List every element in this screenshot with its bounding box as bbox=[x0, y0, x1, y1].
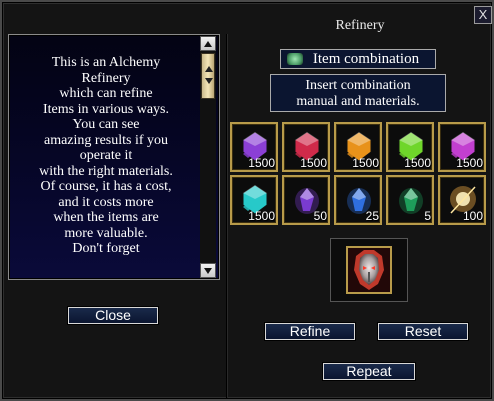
material-quantity: 5 bbox=[424, 209, 431, 223]
material-slot[interactable]: 1500 bbox=[230, 175, 278, 225]
material-slot[interactable]: 1500 bbox=[386, 122, 434, 172]
material-quantity: 1500 bbox=[300, 156, 327, 170]
material-slot[interactable]: 50 bbox=[282, 175, 330, 225]
item-combination-text: Item combination bbox=[312, 51, 420, 67]
material-slot[interactable]: 25 bbox=[334, 175, 382, 225]
material-quantity: 1500 bbox=[248, 156, 275, 170]
target-item-frame[interactable] bbox=[330, 238, 408, 302]
material-slot[interactable]: 5 bbox=[386, 175, 434, 225]
panel-divider bbox=[226, 34, 228, 398]
close-button[interactable]: Close bbox=[68, 307, 158, 324]
material-slot[interactable]: 1500 bbox=[438, 122, 486, 172]
scroll-down-button[interactable] bbox=[200, 263, 216, 278]
material-quantity: 25 bbox=[365, 209, 379, 223]
description-panel: This is an Alchemy Refinery which can re… bbox=[8, 34, 220, 280]
refinery-window: Refinery X This is an Alchemy Refinery w… bbox=[0, 0, 494, 401]
combination-indicator-icon bbox=[287, 53, 303, 65]
armor-helmet-icon bbox=[346, 246, 392, 294]
material-slot[interactable]: 100 bbox=[438, 175, 486, 225]
description-scrollbar[interactable] bbox=[200, 36, 216, 278]
repeat-button[interactable]: Repeat bbox=[323, 363, 415, 380]
thumb-down-arrow-icon bbox=[205, 78, 213, 84]
description-text: This is an Alchemy Refinery which can re… bbox=[39, 55, 173, 256]
scroll-up-button[interactable] bbox=[200, 36, 216, 51]
material-quantity: 1500 bbox=[456, 156, 483, 170]
thumb-up-arrow-icon bbox=[205, 66, 213, 72]
refine-button[interactable]: Refine bbox=[265, 323, 355, 340]
material-quantity: 1500 bbox=[352, 156, 379, 170]
green-crystal-icon bbox=[399, 188, 423, 214]
material-slot[interactable]: 1500 bbox=[334, 122, 382, 172]
material-quantity: 50 bbox=[313, 209, 327, 223]
material-quantity: 1500 bbox=[404, 156, 431, 170]
arrow-down-icon bbox=[204, 268, 212, 274]
combination-instruction: Insert combination manual and materials. bbox=[270, 74, 446, 112]
material-quantity: 1500 bbox=[248, 209, 275, 223]
reset-button[interactable]: Reset bbox=[378, 323, 468, 340]
material-quantity: 100 bbox=[462, 209, 483, 223]
arrow-up-icon bbox=[204, 41, 212, 47]
close-icon[interactable]: X bbox=[474, 6, 492, 24]
material-slot[interactable]: 1500 bbox=[230, 122, 278, 172]
window-title: Refinery bbox=[335, 18, 385, 33]
item-combination-label: Item combination bbox=[280, 49, 436, 69]
scroll-thumb[interactable] bbox=[201, 53, 215, 99]
material-slot[interactable]: 1500 bbox=[282, 122, 330, 172]
